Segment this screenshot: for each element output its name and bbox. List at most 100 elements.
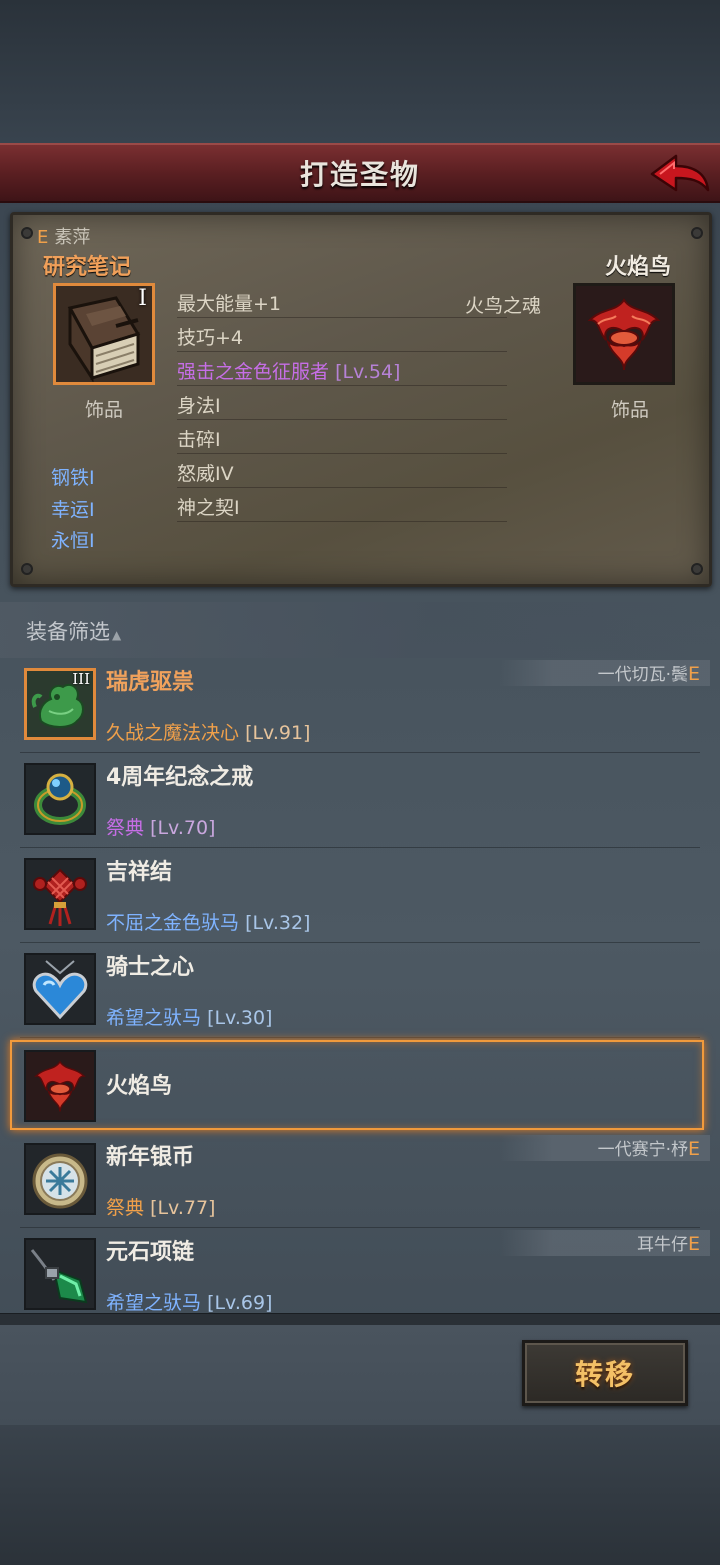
item-thumb <box>24 1143 96 1215</box>
filter-label: 装备筛选 <box>26 620 110 644</box>
grade-badge: E <box>687 1233 700 1255</box>
list-item[interactable]: 吉祥结 不屈之金色驮马 [Lv.32] <box>0 848 720 943</box>
owner-line: E 素萍 <box>37 223 90 249</box>
left-item-slot[interactable]: I <box>53 283 155 385</box>
back-arrow-icon <box>650 154 710 192</box>
tier-label: I <box>138 286 147 311</box>
rivet <box>21 563 33 575</box>
caret-up-icon: ▲ <box>112 628 122 642</box>
right-item-name: 火焰鸟 <box>605 255 672 280</box>
trait-level: [Lv.91] <box>245 722 311 744</box>
stat-line: 技巧+4 <box>177 327 244 349</box>
trait-level: [Lv.69] <box>207 1292 273 1313</box>
grade-badge: E <box>37 227 49 248</box>
item-trait: 不屈之金色驮马 [Lv.32] <box>106 908 310 935</box>
trait-level: [Lv.30] <box>207 1007 273 1029</box>
divider <box>177 453 507 454</box>
stat-line: 身法I <box>177 395 221 417</box>
divider <box>177 385 507 386</box>
equipment-list: 一代切瓦·鬓E III 瑞虎驱祟 久战之魔法决心 [Lv.91] 4周年纪念之戒… <box>0 658 720 1313</box>
heart-pendant-icon <box>26 955 94 1023</box>
item-name: 元石项链 <box>106 1240 195 1265</box>
rivet <box>21 227 33 239</box>
grade-badge: E <box>687 1138 700 1160</box>
item-trait: 希望之驮马 [Lv.69] <box>106 1288 272 1313</box>
item-thumb <box>24 1050 96 1122</box>
chinese-knot-icon <box>26 860 94 928</box>
bottom-background <box>0 1425 720 1565</box>
title-bar: 打造圣物 <box>0 143 720 203</box>
stat-text: 强击之金色征服者 <box>177 361 330 383</box>
item-name: 火焰鸟 <box>106 1074 173 1099</box>
divider <box>177 487 507 488</box>
stat-line: 击碎I <box>177 429 221 451</box>
item-name: 瑞虎驱祟 <box>106 670 195 695</box>
equipment-filter[interactable]: 装备筛选 ▲ <box>26 616 121 646</box>
item-trait: 久战之魔法决心 [Lv.91] <box>106 718 310 745</box>
trait-level: [Lv.70] <box>150 817 216 839</box>
stat-line-highlight: 强击之金色征服者 [Lv.54] <box>177 357 400 384</box>
item-trait: 祭典 [Lv.77] <box>106 1193 215 1220</box>
item-name: 骑士之心 <box>106 955 195 980</box>
owner-name: 素萍 <box>54 227 91 248</box>
left-trait: 钢铁I <box>51 467 95 489</box>
item-trait: 祭典 [Lv.70] <box>106 813 215 840</box>
trait-text: 久战之魔法决心 <box>106 722 240 744</box>
firebird-icon <box>576 286 672 382</box>
right-item-slot[interactable] <box>573 283 675 385</box>
trait-text: 祭典 <box>106 1197 145 1219</box>
item-thumb <box>24 858 96 930</box>
list-item[interactable]: 一代赛宁·杼E 新年银币 祭典 [Lv.77] <box>0 1133 720 1228</box>
tier-label: III <box>72 670 90 688</box>
trait-level: [Lv.77] <box>150 1197 216 1219</box>
transfer-button[interactable]: 转移 <box>522 1340 688 1406</box>
trait-text: 祭典 <box>106 817 145 839</box>
list-item[interactable]: 4周年纪念之戒 祭典 [Lv.70] <box>0 753 720 848</box>
rivet <box>691 563 703 575</box>
item-name: 新年银币 <box>106 1145 195 1170</box>
owner-tag: 一代赛宁·杼E <box>598 1135 700 1160</box>
trait-text: 不屈之金色驮马 <box>106 912 240 934</box>
item-thumb <box>24 953 96 1025</box>
owner-tag: 耳牛仔E <box>637 1230 700 1255</box>
rivet <box>691 227 703 239</box>
divider <box>177 317 507 318</box>
list-bottom-bar <box>0 1313 720 1325</box>
item-name: 吉祥结 <box>106 860 173 885</box>
trait-text: 希望之驮马 <box>106 1292 202 1313</box>
item-thumb <box>24 763 96 835</box>
left-item-name: 研究笔记 <box>43 255 132 280</box>
list-item-selected[interactable]: 火焰鸟 <box>0 1038 720 1133</box>
stat-line: 神之契I <box>177 497 240 519</box>
stat-line: 最大能量+1 <box>177 293 282 315</box>
divider <box>177 419 507 420</box>
list-item[interactable]: 一代切瓦·鬓E III 瑞虎驱祟 久战之魔法决心 [Lv.91] <box>0 658 720 753</box>
owner-tag: 一代切瓦·鬓E <box>598 660 700 685</box>
transfer-label: 转移 <box>574 1358 635 1391</box>
gem-necklace-icon <box>26 1240 94 1308</box>
list-item[interactable]: 骑士之心 希望之驮马 [Lv.30] <box>0 943 720 1038</box>
grade-badge: E <box>687 663 700 685</box>
item-thumb: III <box>24 668 96 740</box>
left-item-category: 饰品 <box>84 399 123 421</box>
stat-level: [Lv.54] <box>335 361 401 383</box>
stat-line: 怒威IV <box>177 463 234 485</box>
trait-text: 希望之驮马 <box>106 1007 202 1029</box>
list-item[interactable]: 耳牛仔E 元石项链 希望之驮马 [Lv.69] <box>0 1228 720 1313</box>
firebird-icon <box>26 1052 94 1120</box>
owner-tag-text: 一代赛宁·杼 <box>597 1140 688 1160</box>
soul-name: 火鸟之魂 <box>465 295 542 317</box>
trait-level: [Lv.32] <box>245 912 311 934</box>
item-trait: 希望之驮马 [Lv.30] <box>106 1003 272 1030</box>
divider <box>177 521 507 522</box>
divider <box>177 351 507 352</box>
left-trait: 幸运I <box>51 499 95 521</box>
forge-panel: E 素萍 研究笔记 I 饰品 钢铁I 幸运I 永恒I 最大能量+1 技巧+4 强击… <box>10 212 712 587</box>
right-item-category: 饰品 <box>610 399 649 421</box>
left-trait: 永恒I <box>51 530 95 552</box>
owner-tag-text: 一代切瓦·鬓 <box>597 665 688 685</box>
ring-icon <box>26 765 94 833</box>
silver-coin-icon <box>26 1145 94 1213</box>
back-button[interactable] <box>648 150 710 198</box>
owner-tag-text: 耳牛仔 <box>636 1235 688 1255</box>
